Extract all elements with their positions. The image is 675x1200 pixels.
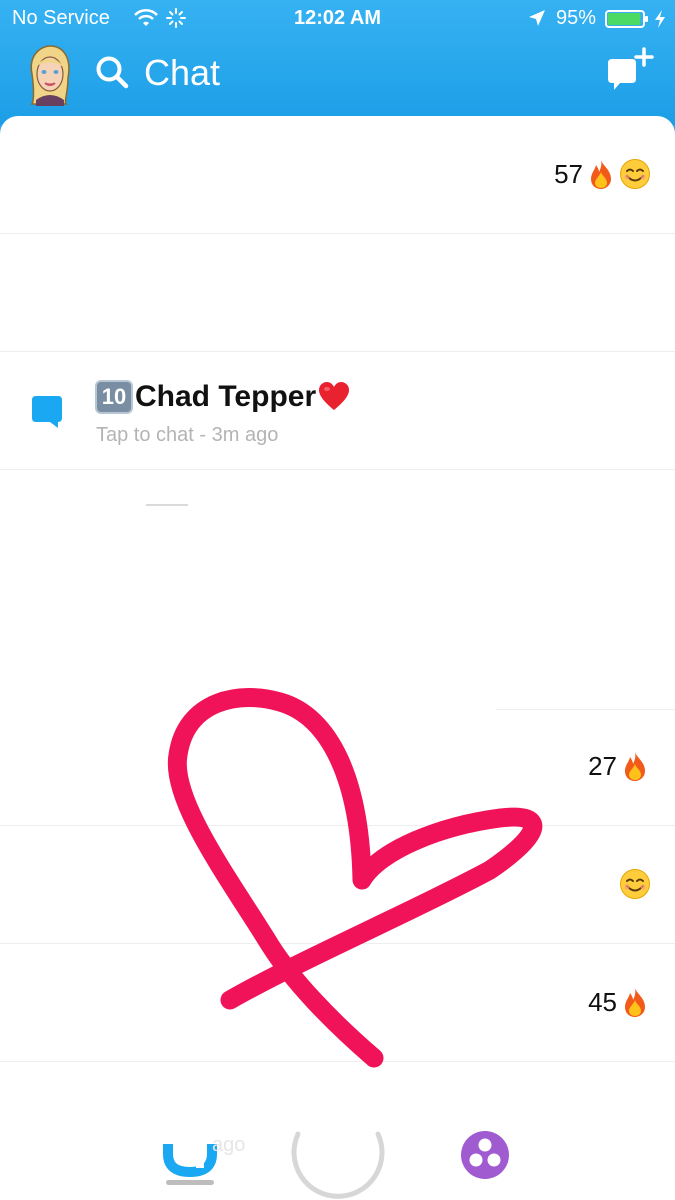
capture-button[interactable] (290, 1104, 386, 1200)
header-bar: No Service 12:02 AM 95% Chat (0, 0, 675, 125)
streak-score: 45 (588, 986, 651, 1018)
chat-nav-icon[interactable] (160, 1124, 220, 1184)
streak-score: 27 (588, 750, 651, 782)
streak-score: 57 (554, 158, 651, 190)
heart-emoji-icon (319, 382, 350, 410)
active-tab-indicator (166, 1180, 214, 1185)
bitmoji-avatar[interactable] (24, 44, 74, 106)
chat-row[interactable] (0, 826, 675, 944)
chat-row[interactable]: 57 (0, 116, 675, 234)
chat-row[interactable]: 45 (0, 944, 675, 1062)
smile-emoji-icon (620, 159, 650, 189)
chat-subtitle: Tap to chat - 3m ago (96, 424, 279, 446)
streak-count: 57 (554, 158, 583, 189)
ten-emoji-icon: 10 (95, 380, 133, 414)
streak-count: 45 (588, 986, 617, 1017)
fire-emoji-icon (625, 752, 645, 781)
discover-icon[interactable] (460, 1130, 510, 1180)
chat-row[interactable] (0, 234, 675, 352)
divider (146, 504, 188, 506)
fire-emoji-icon (591, 160, 611, 189)
chat-name: 10 Chad Tepper (95, 380, 350, 414)
status-bar: No Service 12:02 AM 95% (0, 0, 675, 38)
page-title: Chat (144, 52, 221, 93)
battery-percent: 95% (556, 7, 597, 29)
search-icon[interactable] (94, 54, 130, 90)
fire-emoji-icon (625, 988, 645, 1017)
smile-emoji-icon (620, 869, 650, 899)
contact-name: Chad Tepper (135, 380, 317, 413)
charging-bolt-icon (655, 10, 665, 28)
chat-row-chad-tepper[interactable]: 10 Chad Tepper Tap to chat - 3m ago (0, 352, 675, 470)
new-chat-icon[interactable] (604, 45, 656, 95)
chat-row[interactable]: 27 (0, 708, 675, 826)
battery-icon (605, 10, 648, 28)
chat-list: 57 10 Chad Tepper Tap to chat - 3m ago 2… (0, 116, 675, 1200)
location-arrow-icon (529, 10, 545, 26)
chat-bubble-icon (32, 396, 62, 428)
partial-timestamp: ago (212, 1134, 246, 1156)
streak-score (619, 868, 651, 900)
streak-count: 27 (588, 750, 617, 781)
bottom-nav: ago (0, 1064, 675, 1200)
